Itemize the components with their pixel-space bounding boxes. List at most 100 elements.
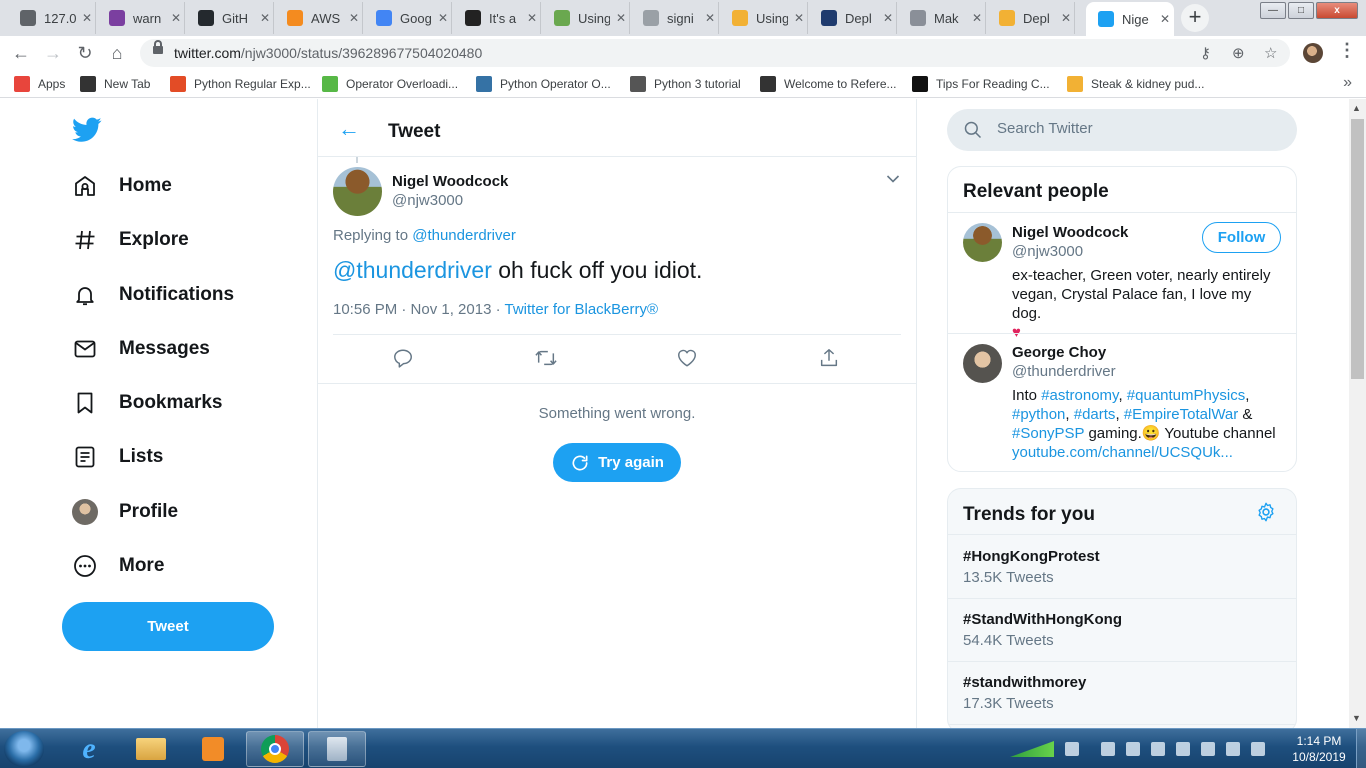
bookmarks-overflow-icon[interactable]: » <box>1343 74 1352 92</box>
bookmark-item[interactable]: New Tab <box>80 76 150 92</box>
hashtag-link[interactable]: #python <box>1012 406 1065 423</box>
tab-close-icon[interactable]: ✕ <box>260 11 270 25</box>
nav-explore[interactable]: Explore <box>72 225 189 255</box>
volume-icon[interactable] <box>1226 742 1240 756</box>
start-button[interactable] <box>4 731 44 767</box>
home-page-icon[interactable]: ⌂ <box>106 42 128 64</box>
tweet-mention-link[interactable]: @thunderdriver <box>333 257 492 283</box>
key-icon[interactable]: ⚷ <box>1200 44 1211 62</box>
browser-tab[interactable]: AWS ✕ <box>275 2 363 34</box>
scrollbar-thumb[interactable] <box>1351 119 1364 379</box>
twitter-logo-icon[interactable] <box>72 117 102 143</box>
tab-close-icon[interactable]: ✕ <box>438 11 448 25</box>
reply-icon[interactable] <box>392 347 416 371</box>
back-icon[interactable]: ← <box>10 42 32 64</box>
profile-avatar-icon[interactable] <box>1303 43 1323 63</box>
new-tab-button[interactable]: + <box>1181 4 1209 32</box>
hashtag-link[interactable]: #SonyPSP <box>1012 425 1084 442</box>
tweet-timestamp[interactable]: 10:56 PM · Nov 1, 2013 · <box>333 301 504 318</box>
tab-close-icon[interactable]: ✕ <box>705 11 715 25</box>
nav-more[interactable]: More <box>72 551 164 581</box>
nav-messages[interactable]: Messages <box>72 334 210 364</box>
trend-item[interactable]: #standwithmorey 17.3K Tweets <box>948 662 1296 725</box>
internet-explorer-icon[interactable]: e <box>60 731 118 767</box>
bookmark-item[interactable]: Tips For Reading C... <box>912 76 1050 92</box>
nav-profile[interactable]: Profile <box>72 497 178 527</box>
media-player-icon[interactable] <box>184 731 242 767</box>
hashtag-link[interactable]: #astronomy <box>1041 387 1118 404</box>
lock-icon[interactable] <box>153 40 163 54</box>
bookmark-item[interactable]: Apps <box>14 76 65 92</box>
search-box[interactable] <box>947 109 1297 151</box>
browser-tab[interactable]: Goog ✕ <box>364 2 452 34</box>
wifi-icon[interactable] <box>1201 742 1215 756</box>
nav-bookmarks[interactable]: Bookmarks <box>72 388 223 418</box>
chrome-taskbar-icon[interactable] <box>246 731 304 767</box>
file-explorer-icon[interactable] <box>122 731 180 767</box>
bookmark-item[interactable]: Welcome to Refere... <box>760 76 897 92</box>
person-name[interactable]: Nigel Woodcock <box>1012 224 1128 241</box>
tab-close-icon[interactable]: ✕ <box>883 11 893 25</box>
share-icon[interactable] <box>818 347 842 371</box>
bio-link[interactable]: youtube.com/channel/UCSQUk... <box>1012 444 1233 461</box>
tab-close-icon[interactable]: ✕ <box>794 11 804 25</box>
nav-lists[interactable]: Lists <box>72 442 163 472</box>
page-scrollbar[interactable]: ▲ ▼ <box>1349 99 1366 728</box>
browser-tab[interactable]: It's a ✕ <box>453 2 541 34</box>
reload-icon[interactable]: ↻ <box>74 42 96 64</box>
tab-close-icon[interactable]: ✕ <box>82 11 92 25</box>
close-window-button[interactable]: x <box>1316 2 1358 19</box>
browser-tab[interactable]: Nige ✕ <box>1086 2 1174 36</box>
trend-item[interactable]: #StandWithHongKong 54.4K Tweets <box>948 599 1296 662</box>
scroll-down-icon[interactable]: ▼ <box>1352 713 1361 723</box>
browser-tab[interactable]: Depl ✕ <box>987 2 1075 34</box>
address-bar[interactable]: twitter.com/njw3000/status/3962896775040… <box>140 39 1290 67</box>
tweet-author-handle[interactable]: @njw3000 <box>392 192 463 209</box>
menu-icon[interactable]: ⋮ <box>1338 40 1356 61</box>
tab-close-icon[interactable]: ✕ <box>349 11 359 25</box>
browser-tab[interactable]: signi ✕ <box>631 2 719 34</box>
bluetooth-icon[interactable] <box>1126 742 1140 756</box>
signal-strength-icon[interactable] <box>1010 741 1054 757</box>
hashtag-link[interactable]: #EmpireTotalWar <box>1124 406 1238 423</box>
star-icon[interactable]: ☆ <box>1264 44 1277 62</box>
minimize-button[interactable]: — <box>1260 2 1286 19</box>
tweet-source-link[interactable]: Twitter for BlackBerry® <box>504 301 658 318</box>
action-center-icon[interactable] <box>1251 742 1265 756</box>
trend-item[interactable]: #HongKongProtest 13.5K Tweets <box>948 536 1296 599</box>
chevron-down-icon[interactable] <box>886 171 900 187</box>
tweet-author-avatar[interactable] <box>333 167 382 216</box>
avatar[interactable] <box>963 344 1002 383</box>
bookmark-item[interactable]: Python 3 tutorial <box>630 76 741 92</box>
avatar[interactable] <box>963 223 1002 262</box>
hashtag-link[interactable]: #quantumPhysics <box>1127 387 1245 404</box>
maximize-button[interactable]: □ <box>1288 2 1314 19</box>
zoom-icon[interactable]: ⊕ <box>1232 44 1245 62</box>
tab-close-icon[interactable]: ✕ <box>616 11 626 25</box>
nav-home[interactable]: Home <box>72 171 172 201</box>
browser-tab[interactable]: 127.0 ✕ <box>8 2 96 34</box>
follow-button[interactable]: Follow <box>1202 222 1281 253</box>
browser-tab[interactable]: Using ✕ <box>720 2 808 34</box>
browser-tab[interactable]: Depl ✕ <box>809 2 897 34</box>
tab-close-icon[interactable]: ✕ <box>1160 12 1170 26</box>
back-arrow-icon[interactable]: ← <box>338 116 360 142</box>
gear-icon[interactable] <box>1255 501 1277 523</box>
tray-app-icon[interactable] <box>1101 742 1115 756</box>
person-name[interactable]: George Choy <box>1012 344 1106 361</box>
browser-tab[interactable]: Mak ✕ <box>898 2 986 34</box>
scroll-up-icon[interactable]: ▲ <box>1352 103 1361 113</box>
try-again-button[interactable]: Try again <box>553 443 681 482</box>
bookmark-item[interactable]: Python Regular Exp... <box>170 76 311 92</box>
replying-mention-link[interactable]: @thunderdriver <box>412 227 516 244</box>
tweet-author-name[interactable]: Nigel Woodcock <box>392 173 508 190</box>
retweet-icon[interactable] <box>534 347 558 371</box>
tab-close-icon[interactable]: ✕ <box>527 11 537 25</box>
tweet-button[interactable]: Tweet <box>62 602 274 651</box>
forward-icon[interactable]: → <box>42 42 64 64</box>
person-card[interactable]: George Choy @thunderdriver Into #astrono… <box>948 334 1296 471</box>
nav-notifications[interactable]: Notifications <box>72 280 234 310</box>
browser-tab[interactable]: Using ✕ <box>542 2 630 34</box>
show-desktop-button[interactable] <box>1356 729 1366 768</box>
network-icon[interactable] <box>1065 742 1079 756</box>
